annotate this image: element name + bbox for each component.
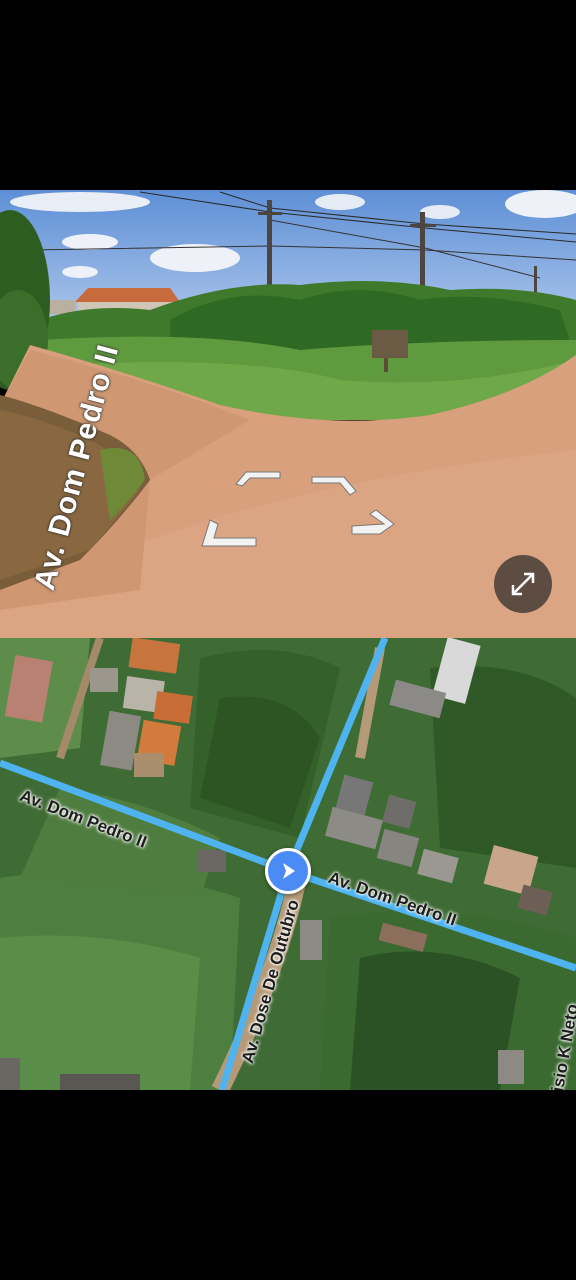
bottom-black-bar — [0, 1090, 576, 1280]
chevron-down-left-icon[interactable] — [200, 518, 258, 554]
navigation-arrow-icon — [283, 863, 295, 879]
location-marker[interactable] — [265, 848, 311, 894]
chevron-up-left-icon[interactable] — [234, 468, 282, 488]
top-black-bar — [0, 0, 576, 190]
chevron-down-right-icon[interactable] — [350, 506, 396, 542]
chevron-up-right-icon[interactable] — [310, 473, 358, 497]
expand-button[interactable] — [494, 555, 552, 613]
street-view-panel[interactable]: Av. Dom Pedro II — [0, 190, 576, 638]
expand-icon — [511, 572, 535, 596]
